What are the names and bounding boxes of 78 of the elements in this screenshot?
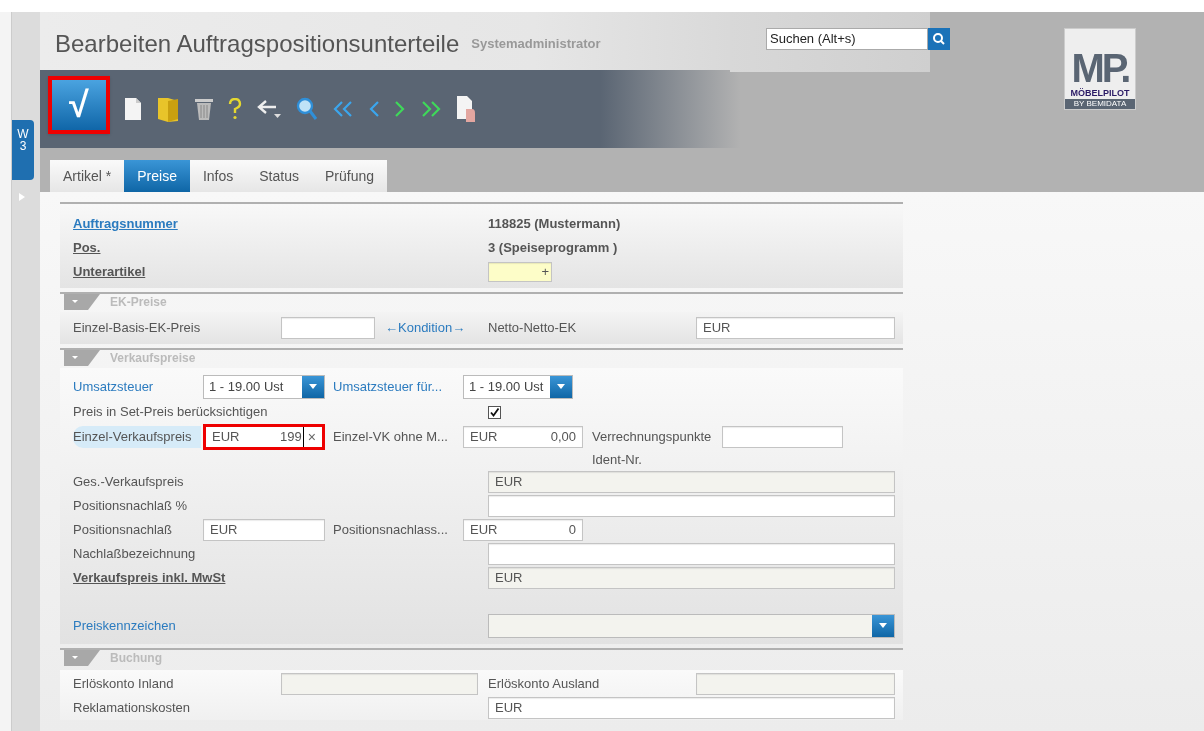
field-label: Ges.-Verkaufspreis xyxy=(73,473,184,492)
search-button[interactable] xyxy=(928,28,950,50)
input-field[interactable] xyxy=(696,673,895,695)
input-field[interactable]: EUR xyxy=(488,697,895,719)
folder-icon[interactable] xyxy=(156,95,180,123)
field-label: Pos. xyxy=(73,239,101,258)
save-button[interactable]: √ xyxy=(48,76,110,134)
field-label: Netto-Netto-EK xyxy=(488,319,577,338)
dropdown[interactable]: 1 - 19.00 Ust xyxy=(463,375,573,399)
collapse-toggle-icon[interactable] xyxy=(64,350,100,366)
tab[interactable]: Prüfung xyxy=(312,160,388,192)
field-label[interactable]: Preiskennzeichen xyxy=(73,616,176,636)
new-document-icon[interactable] xyxy=(124,97,142,121)
input-field[interactable]: EUR xyxy=(488,567,895,589)
field-label: Erlöskonto Ausland xyxy=(488,675,600,694)
field-label: Positionsnachlaß % xyxy=(73,497,188,516)
window-title: Bearbeiten Auftragspositionsunterteile xyxy=(55,29,460,59)
tab[interactable]: Infos xyxy=(189,160,247,192)
document-hand-icon[interactable] xyxy=(456,95,476,123)
field-label: Verrechnungspunkte xyxy=(592,428,712,447)
field-label: 3 (Speiseprogramm ) xyxy=(488,239,618,258)
caret-icon xyxy=(556,384,566,390)
field-label: Unterartikel xyxy=(73,263,146,282)
field-label[interactable]: Umsatzsteuer für... xyxy=(333,377,443,397)
caret-icon xyxy=(308,384,318,390)
first-record-icon[interactable] xyxy=(332,100,354,118)
field-label: Nachlaßbezeichnung xyxy=(73,545,196,564)
field-label[interactable]: Auftragsnummer xyxy=(73,214,178,234)
previous-record-icon[interactable] xyxy=(368,100,380,118)
input-field[interactable] xyxy=(722,426,843,448)
field-label: Preis in Set-Preis berücksichtigen xyxy=(73,403,268,422)
search-icon xyxy=(932,32,946,46)
caret-icon xyxy=(878,623,888,629)
checkbox[interactable] xyxy=(488,405,501,419)
input-field[interactable]: EUR 0,00 xyxy=(463,426,583,448)
input-field[interactable]: EUR 0 xyxy=(463,519,583,541)
field-label: Erlöskonto Inland xyxy=(73,675,174,694)
logo-mark: MP. xyxy=(1071,48,1129,88)
input-field[interactable]: EUR 199 × xyxy=(203,424,325,450)
input-field[interactable]: EUR xyxy=(696,317,895,339)
field-label: Reklamationskosten xyxy=(73,699,191,718)
field-label[interactable]: Umsatzsteuer xyxy=(73,377,154,397)
trash-icon[interactable] xyxy=(194,97,214,121)
input-field[interactable] xyxy=(488,543,895,565)
collapse-toggle-icon[interactable] xyxy=(64,650,100,666)
input-field[interactable]: EUR xyxy=(203,519,325,541)
field-label: Ident-Nr. xyxy=(592,451,642,470)
field-label: Verkaufspreis inkl. MwSt xyxy=(73,569,226,588)
input-field[interactable]: + xyxy=(488,262,552,282)
tab[interactable]: Artikel * xyxy=(50,160,125,192)
tab[interactable]: Status xyxy=(246,160,312,192)
next-record-icon[interactable] xyxy=(394,100,406,118)
dropdown[interactable] xyxy=(488,614,895,638)
field-label: Einzel-Basis-EK-Preis xyxy=(73,319,201,338)
last-record-icon[interactable] xyxy=(420,100,442,118)
input-field[interactable] xyxy=(281,317,375,339)
search-icon[interactable] xyxy=(296,97,318,121)
field-label: Einzel-VK ohne M... xyxy=(333,428,448,447)
field-label: Positionsnachlaß xyxy=(73,521,172,540)
field-label: Einzel-Verkaufspreis xyxy=(73,426,201,448)
search-field[interactable]: Suchen (Alt+s) xyxy=(766,28,928,50)
collapse-toggle-icon[interactable] xyxy=(64,294,100,310)
input-field[interactable]: EUR xyxy=(488,471,895,493)
logo-tagline: BY BEMIDATA xyxy=(1065,99,1135,109)
field-label[interactable]: ←Kondition→ xyxy=(385,318,466,338)
help-icon[interactable] xyxy=(228,98,242,120)
section-title: Verkaufspreise xyxy=(110,350,196,367)
field-label: 118825 (Mustermann) xyxy=(488,215,621,234)
input-field[interactable] xyxy=(488,495,895,517)
side-tab[interactable]: W 3 xyxy=(12,120,34,180)
field-label: Positionsnachlass... xyxy=(333,521,448,540)
logo-name: MÖBELPILOT xyxy=(1070,88,1130,99)
section-title: EK-Preise xyxy=(110,294,167,311)
input-field[interactable] xyxy=(281,673,478,695)
user-name: Systemadministrator xyxy=(471,35,601,54)
back-arrow-icon[interactable] xyxy=(256,99,282,119)
dropdown[interactable]: 1 - 19.00 Ust xyxy=(203,375,325,399)
tab[interactable]: Preise xyxy=(124,160,190,192)
